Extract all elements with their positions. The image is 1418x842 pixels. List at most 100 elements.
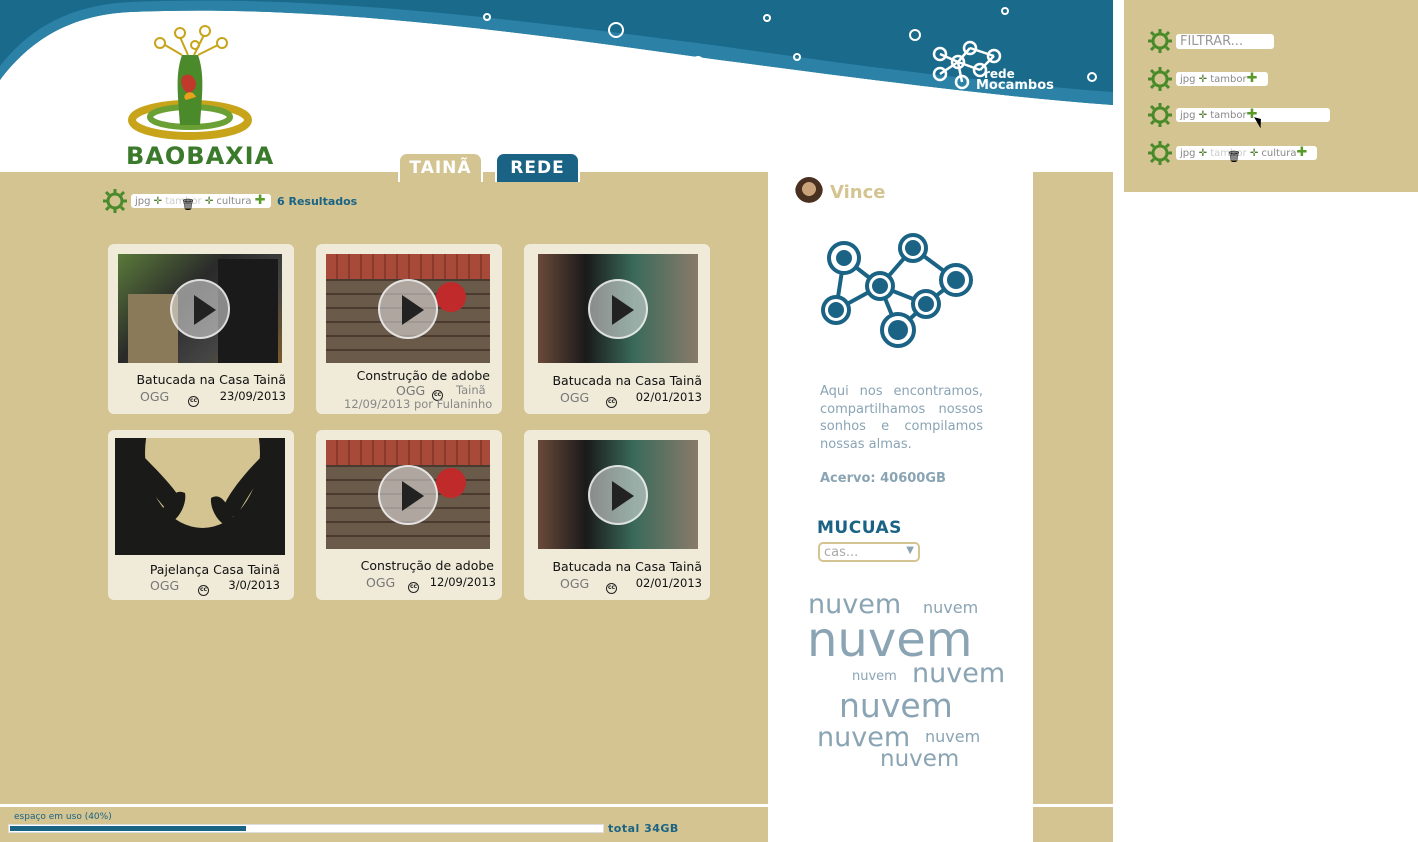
format-label: OGG: [560, 390, 590, 405]
card-title[interactable]: Batucada na Casa Tainã: [552, 559, 702, 574]
chip-tambor[interactable]: tambor: [1210, 74, 1246, 85]
chip-cultura[interactable]: cultura: [216, 196, 251, 207]
creative-commons-icon: cc: [606, 392, 617, 408]
tag-cloud-word[interactable]: nuvem: [852, 669, 897, 684]
mucuas-select[interactable]: cas... ▼: [818, 542, 920, 562]
right-column: [1033, 172, 1113, 804]
creative-commons-icon: cc: [198, 580, 209, 596]
storage-label: espaço em uso (40%): [14, 812, 112, 822]
play-icon[interactable]: [170, 278, 230, 339]
filter-search-input[interactable]: FILTRAR...: [1176, 34, 1274, 49]
media-card[interactable]: Pajelança Casa Tainã OGG cc 3/0/2013: [108, 430, 294, 600]
storage-bar-right: [1033, 807, 1113, 842]
card-title[interactable]: Batucada na Casa Tainã: [552, 373, 702, 388]
baobab-tree-icon: [128, 25, 252, 140]
chip-cultura[interactable]: cultura: [1261, 148, 1296, 159]
thumbnail-drum-players[interactable]: [118, 254, 282, 363]
card-date: 02/01/2013: [635, 576, 702, 590]
app-window: BAOBAXIA rede Mocambos TAINÃ REDE jpg ✛ …: [0, 0, 1418, 842]
card-title[interactable]: Construção de adobe: [361, 558, 494, 573]
card-title[interactable]: Pajelança Casa Tainã: [150, 562, 280, 577]
card-date: 02/01/2013: [635, 390, 702, 404]
card-title[interactable]: Batucada na Casa Tainã: [136, 372, 286, 387]
chip-separator-icon: ✛: [1198, 148, 1208, 159]
thumbnail-group-people[interactable]: [538, 254, 698, 363]
logo-text: BAOBAXIA: [126, 142, 275, 170]
creative-commons-icon: cc: [606, 578, 617, 594]
media-card[interactable]: Batucada na Casa Tainã OGG cc 23/09/2013: [108, 244, 294, 414]
chip-separator-icon: ✛: [1249, 148, 1259, 159]
thumbnail-adobe-wall[interactable]: [326, 440, 490, 549]
acervo-label: Acervo: 40600GB: [820, 471, 946, 486]
sidebar-description: Aqui nos encontramos, compartilhamos nos…: [820, 384, 983, 452]
mucuas-select-value: cas...: [824, 545, 859, 560]
play-icon[interactable]: [588, 464, 648, 525]
chip-separator-icon: ✛: [204, 196, 214, 207]
trash-icon[interactable]: 🗑: [1227, 150, 1241, 163]
rede-mocambos-logo[interactable]: rede Mocambos: [928, 40, 1058, 95]
avatar[interactable]: [795, 177, 823, 207]
thumbnail-group-people[interactable]: [538, 440, 698, 549]
chip-jpg[interactable]: jpg: [1180, 110, 1195, 121]
play-icon[interactable]: [588, 278, 648, 339]
add-chip-icon[interactable]: ✚: [1247, 71, 1258, 86]
media-card[interactable]: Batucada na Casa Tainã OGG cc 02/01/2013: [524, 244, 710, 414]
card-place: Tainã: [456, 383, 486, 397]
format-label: OGG: [140, 389, 170, 404]
tab-rede[interactable]: REDE: [495, 152, 580, 182]
baobaxia-logo[interactable]: BAOBAXIA: [120, 25, 273, 170]
tag-cloud-word[interactable]: nuvem: [925, 727, 980, 746]
creative-commons-icon: cc: [408, 577, 419, 593]
add-chip-icon[interactable]: ✚: [1297, 145, 1308, 160]
filter-panel-gear-icon[interactable]: [1148, 67, 1172, 95]
card-date: 12/09/2013: [429, 575, 496, 589]
format-label: OGG: [560, 576, 590, 591]
thumbnail-adobe-wall[interactable]: [326, 254, 490, 363]
storage-progress-fill: [9, 825, 247, 832]
format-label: OGG: [366, 575, 396, 590]
filter-chip-row[interactable]: jpg ✛ tambor✚: [1176, 108, 1330, 122]
chip-separator-icon: ✛: [1198, 74, 1208, 85]
filter-gear-icon[interactable]: [103, 189, 127, 217]
chip-separator-icon: ✛: [1198, 110, 1208, 121]
card-date: 23/09/2013: [219, 389, 286, 403]
card-title[interactable]: Construção de adobe: [357, 368, 490, 383]
add-chip-icon[interactable]: ✚: [255, 193, 266, 208]
media-card[interactable]: Construção de adobe OGG cc Tainã 12/09/2…: [316, 244, 502, 414]
tag-cloud-word[interactable]: nuvem: [839, 686, 953, 725]
chip-tambor[interactable]: tambor: [1210, 110, 1246, 121]
hands-icon: [133, 448, 267, 526]
format-label: OGG: [150, 578, 180, 593]
filter-chip-row[interactable]: jpg ✛ tambor ✛ cultura✚: [1176, 146, 1317, 160]
format-label: OGG: [396, 383, 426, 398]
trash-icon[interactable]: 🗑: [181, 198, 195, 211]
play-icon[interactable]: [378, 278, 438, 339]
thumbnail-hands-moon[interactable]: [115, 438, 285, 555]
filter-panel-gear-icon[interactable]: [1148, 103, 1172, 131]
tab-taina[interactable]: TAINÃ: [398, 152, 483, 182]
tag-cloud-word[interactable]: nuvem: [912, 658, 1005, 689]
network-logo-line2: Mocambos: [976, 78, 1054, 93]
media-card[interactable]: Construção de adobe OGG cc 12/09/2013: [316, 430, 502, 600]
media-card[interactable]: Batucada na Casa Tainã OGG cc 02/01/2013: [524, 430, 710, 600]
results-count: 6 Resultados: [277, 195, 358, 208]
filter-chip-input[interactable]: jpg ✛ tambor ✛ cultura ✚: [131, 194, 271, 208]
card-byline: 12/09/2013 por Fulaninho: [344, 397, 493, 411]
filter-chip-row[interactable]: jpg ✛ tambor✚: [1176, 72, 1268, 86]
network-map-icon: [821, 233, 973, 348]
tag-cloud-word[interactable]: nuvem: [880, 746, 959, 772]
mucuas-heading: MUCUAS: [817, 518, 902, 538]
chip-jpg[interactable]: jpg: [1180, 148, 1195, 159]
card-date: 3/0/2013: [228, 578, 280, 592]
filter-panel-gear-icon[interactable]: [1148, 29, 1172, 57]
chip-jpg[interactable]: jpg: [1180, 74, 1195, 85]
storage-progress: [8, 824, 604, 833]
chip-jpg[interactable]: jpg: [135, 196, 150, 207]
filter-panel-gear-icon[interactable]: [1148, 141, 1172, 169]
chip-separator-icon: ✛: [153, 196, 163, 207]
play-icon[interactable]: [378, 464, 438, 525]
creative-commons-icon: cc: [188, 391, 199, 407]
storage-total: total 34GB: [608, 822, 679, 835]
chevron-down-icon: ▼: [906, 545, 914, 556]
user-name[interactable]: Vince: [830, 182, 885, 203]
